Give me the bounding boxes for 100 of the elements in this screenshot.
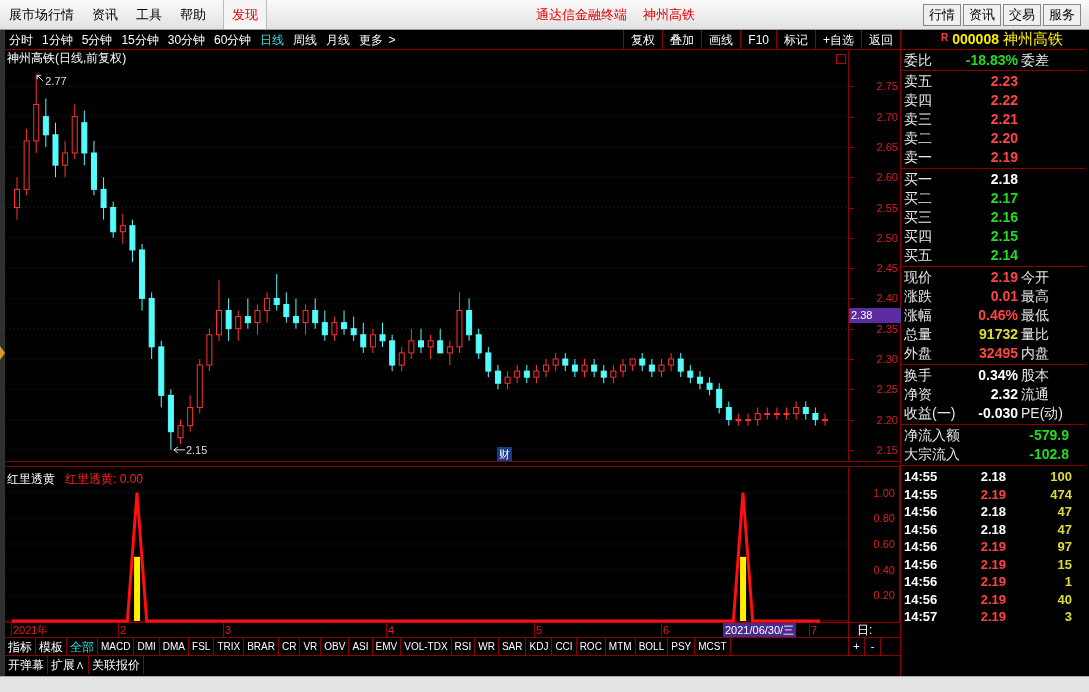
candlestick xyxy=(802,400,809,421)
zoom-button[interactable]: + xyxy=(849,638,865,655)
indicator-tab[interactable]: WR xyxy=(475,638,499,655)
tick-time: 14:56 xyxy=(903,573,939,591)
tick-price: 2.19 xyxy=(979,485,1006,504)
tick-volume: 47 xyxy=(1056,503,1072,521)
tick-time: 14:56 xyxy=(903,538,939,556)
quote-label: 收益(一) xyxy=(903,404,957,423)
indicator-tab[interactable]: ROC xyxy=(576,638,606,655)
axis-label: 2.15 xyxy=(876,443,898,456)
period-tab[interactable]: 15分钟 xyxy=(121,30,159,49)
indicator-tab[interactable]: SAR xyxy=(498,638,527,655)
candlestick xyxy=(427,334,434,360)
indicator-tab[interactable]: VR xyxy=(300,638,322,655)
indicator-tab[interactable]: MCST xyxy=(695,638,731,655)
quote-value: 2.17 xyxy=(989,189,1018,208)
chart-tool-button[interactable]: +自选 xyxy=(815,30,861,49)
period-tab[interactable]: 日线 xyxy=(260,30,285,49)
chart-tool-button[interactable]: 画线 xyxy=(701,30,741,49)
chart-tool-button[interactable]: 返回 xyxy=(861,30,900,49)
indicator-tab[interactable]: MTM xyxy=(605,638,636,655)
candlestick xyxy=(225,297,232,342)
period-tab[interactable]: 1分钟 xyxy=(42,30,73,49)
quote-label: 股本 xyxy=(1020,366,1049,385)
zoom-button[interactable]: - xyxy=(865,638,881,655)
event-marker[interactable]: 财 xyxy=(497,447,512,461)
candlestick xyxy=(264,291,271,324)
candlestick xyxy=(773,406,780,421)
period-tab[interactable]: 5分钟 xyxy=(81,30,113,49)
quote-label: 总量 xyxy=(903,325,933,344)
indicator-tab[interactable]: FSL xyxy=(189,638,215,655)
period-label: 日: xyxy=(857,622,873,639)
tick-volume: 97 xyxy=(1056,538,1072,556)
candlestick xyxy=(687,364,694,384)
axis-label: 2.60 xyxy=(876,171,898,184)
period-tab[interactable]: 分时 xyxy=(9,30,33,49)
chart-tool-button[interactable]: 叠加 xyxy=(662,30,702,49)
quote-label: 最高 xyxy=(1020,287,1049,306)
indicator-tab[interactable]: OBV xyxy=(321,638,350,655)
candlestick xyxy=(591,358,598,378)
indicator-tab[interactable]: BOLL xyxy=(635,638,669,655)
indicator-tab[interactable]: VOL-TDX xyxy=(401,638,452,655)
candlestick xyxy=(504,370,511,390)
toolbar-button[interactable]: 行情 xyxy=(923,3,961,26)
indicator-tab[interactable]: CCI xyxy=(552,638,577,655)
indicator-tab[interactable]: CR xyxy=(278,638,301,655)
toolbar-button[interactable]: 交易 xyxy=(1003,3,1041,26)
indicator-tab[interactable]: DMI xyxy=(134,638,160,655)
indicator-tab[interactable]: 模板 xyxy=(36,638,67,655)
axis-label: 0.20 xyxy=(873,589,895,602)
period-tab[interactable]: 周线 xyxy=(293,30,318,49)
menu-item[interactable]: 发现 xyxy=(223,0,267,29)
candlestick xyxy=(379,322,386,348)
panel-button[interactable]: 开弹幕 xyxy=(5,656,48,674)
toolbar-button[interactable]: 资讯 xyxy=(963,3,1001,26)
quote-label: PE(动) xyxy=(1020,404,1063,423)
candlestick xyxy=(62,140,69,178)
more-arrow[interactable]: > xyxy=(388,30,396,49)
panel-button[interactable]: 扩展∧ xyxy=(48,656,89,674)
candlestick xyxy=(706,376,713,396)
menu-item[interactable]: 帮助 xyxy=(171,0,215,29)
expand-arrow-icon[interactable] xyxy=(0,346,5,360)
indicator-value: 红里透黄: 0.00 xyxy=(65,471,144,488)
indicator-tab[interactable]: BRAR xyxy=(244,638,279,655)
indicator-tab[interactable]: KDJ xyxy=(526,638,553,655)
candlestick xyxy=(350,316,357,342)
period-tab[interactable]: 月线 xyxy=(326,30,351,49)
indicator-tab[interactable]: 全部 xyxy=(67,638,98,655)
chart-tool-button[interactable]: F10 xyxy=(740,30,776,49)
candlestick xyxy=(620,358,626,378)
menu-item[interactable]: 工具 xyxy=(127,0,171,29)
stock-code: 000008 xyxy=(952,30,999,49)
indicator-tab[interactable]: RSI xyxy=(451,638,476,655)
chart-tool-button[interactable]: 标记 xyxy=(776,30,815,49)
indicator-tab[interactable]: DMA xyxy=(159,638,190,655)
indicator-tab[interactable]: PSY xyxy=(668,638,696,655)
period-tab[interactable]: 更多 xyxy=(359,30,384,49)
indicator-tab[interactable]: EMV xyxy=(372,638,402,655)
window-box-icon[interactable] xyxy=(836,54,846,64)
period-tab[interactable]: 30分钟 xyxy=(167,30,206,49)
tick-volume: 3 xyxy=(1063,608,1072,626)
period-tab[interactable]: 60分钟 xyxy=(214,30,252,49)
quote-value: 2.21 xyxy=(989,110,1018,129)
indicator-tab[interactable]: ASI xyxy=(349,638,373,655)
toolbar-button[interactable]: 服务 xyxy=(1043,3,1081,26)
menu-item[interactable]: 展市场行情 xyxy=(0,0,83,29)
candlestick xyxy=(523,364,530,384)
quote-value: 2.16 xyxy=(989,208,1018,227)
indicator-tab[interactable]: TRIX xyxy=(214,638,245,655)
indicator-tab[interactable]: 指标 xyxy=(5,638,36,655)
candlestick xyxy=(783,406,790,421)
axis-label: 2.30 xyxy=(876,353,898,365)
quote-label: 卖五 xyxy=(903,72,933,91)
chart-tool-button[interactable]: 复权 xyxy=(623,30,663,49)
menu-item[interactable]: 资讯 xyxy=(83,0,127,29)
tick-time: 14:57 xyxy=(903,608,939,626)
panel-button[interactable]: 关联报价 xyxy=(89,656,144,674)
candlestick xyxy=(341,310,348,336)
indicator-name: 红里透黄 xyxy=(7,471,55,488)
indicator-tab[interactable]: MACD xyxy=(98,638,135,655)
